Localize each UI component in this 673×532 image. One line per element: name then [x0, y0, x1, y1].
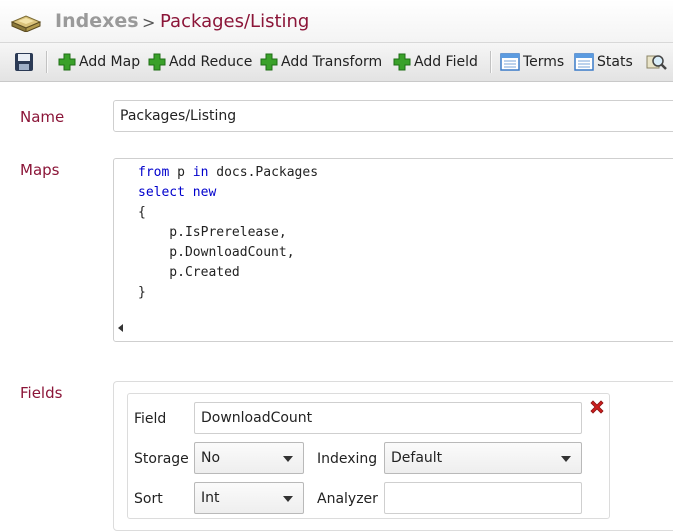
code-line: {: [138, 205, 146, 220]
maps-code: from p in docs.Packages select new { p.I…: [138, 163, 318, 303]
remove-field-icon[interactable]: [588, 398, 606, 416]
stats-icon: [574, 53, 594, 71]
name-label: Name: [20, 108, 65, 126]
add-transform-button[interactable]: Add Transform: [259, 43, 382, 81]
field-name-label: Field: [134, 411, 167, 427]
toolbar-separator: [490, 51, 492, 73]
save-icon: [15, 53, 33, 71]
maps-label: Maps: [20, 161, 60, 179]
analyzer-label: Analyzer: [317, 491, 378, 507]
stats-label: Stats: [597, 54, 633, 70]
field-card: Field DownloadCount Storage No Indexing …: [127, 393, 610, 519]
field-name-input[interactable]: DownloadCount: [194, 402, 582, 434]
add-icon: [58, 53, 76, 71]
toolbar-separator: [46, 51, 48, 73]
chevron-down-icon: [283, 496, 293, 502]
code-line: p.DownloadCount,: [138, 245, 295, 260]
chevron-down-icon: [283, 456, 293, 462]
chevron-down-icon: [561, 456, 571, 462]
add-map-button[interactable]: Add Map: [57, 43, 140, 81]
add-reduce-label: Add Reduce: [169, 54, 253, 70]
breadcrumb-indexes[interactable]: Indexes: [55, 10, 139, 32]
sort-value: Int: [201, 490, 220, 506]
code-line: }: [138, 285, 146, 300]
sort-select[interactable]: Int: [194, 482, 304, 514]
terms-label: Terms: [523, 54, 565, 70]
breadcrumb-separator: >: [142, 13, 156, 32]
code-line: select new: [138, 185, 217, 200]
storage-select[interactable]: No: [194, 442, 304, 474]
save-button[interactable]: [13, 43, 35, 81]
code-line: p.IsPrerelease,: [138, 225, 287, 240]
indexing-value: Default: [391, 450, 443, 466]
magnifier-icon: [646, 55, 667, 70]
add-icon: [393, 53, 411, 71]
index-name-input[interactable]: Packages/Listing: [113, 100, 673, 132]
sort-label: Sort: [134, 491, 163, 507]
indexing-label: Indexing: [317, 451, 378, 467]
maps-code-editor[interactable]: from p in docs.Packages select new { p.I…: [113, 158, 673, 342]
fields-container: Field DownloadCount Storage No Indexing …: [113, 381, 673, 531]
add-field-button[interactable]: Add Field: [392, 43, 478, 81]
add-map-label: Add Map: [79, 54, 141, 70]
code-line: p.Created: [138, 265, 240, 280]
storage-value: No: [201, 450, 221, 466]
toolbar: Add Map Add Reduce Add Transform Add Fie…: [0, 43, 673, 82]
index-editor-panel: Name Packages/Listing Maps from p in doc…: [0, 82, 673, 532]
code-line: from p in docs.Packages: [138, 165, 319, 180]
query-button[interactable]: [646, 43, 668, 81]
add-field-label: Add Field: [414, 54, 478, 70]
fields-label: Fields: [20, 384, 63, 402]
terms-icon: [500, 53, 520, 71]
page-title: Packages/Listing: [160, 11, 310, 32]
storage-label: Storage: [134, 451, 189, 467]
add-icon: [260, 53, 278, 71]
page-header: Indexes > Packages/Listing: [0, 0, 673, 43]
terms-button[interactable]: Terms: [500, 43, 564, 81]
add-transform-label: Add Transform: [281, 54, 383, 70]
stats-button[interactable]: Stats: [574, 43, 633, 81]
analyzer-input[interactable]: [384, 482, 582, 514]
add-icon: [148, 53, 166, 71]
scroll-left-arrow-icon[interactable]: [118, 324, 123, 332]
add-reduce-button[interactable]: Add Reduce: [147, 43, 252, 81]
indexing-select[interactable]: Default: [384, 442, 582, 474]
database-drive-icon: [10, 15, 42, 32]
